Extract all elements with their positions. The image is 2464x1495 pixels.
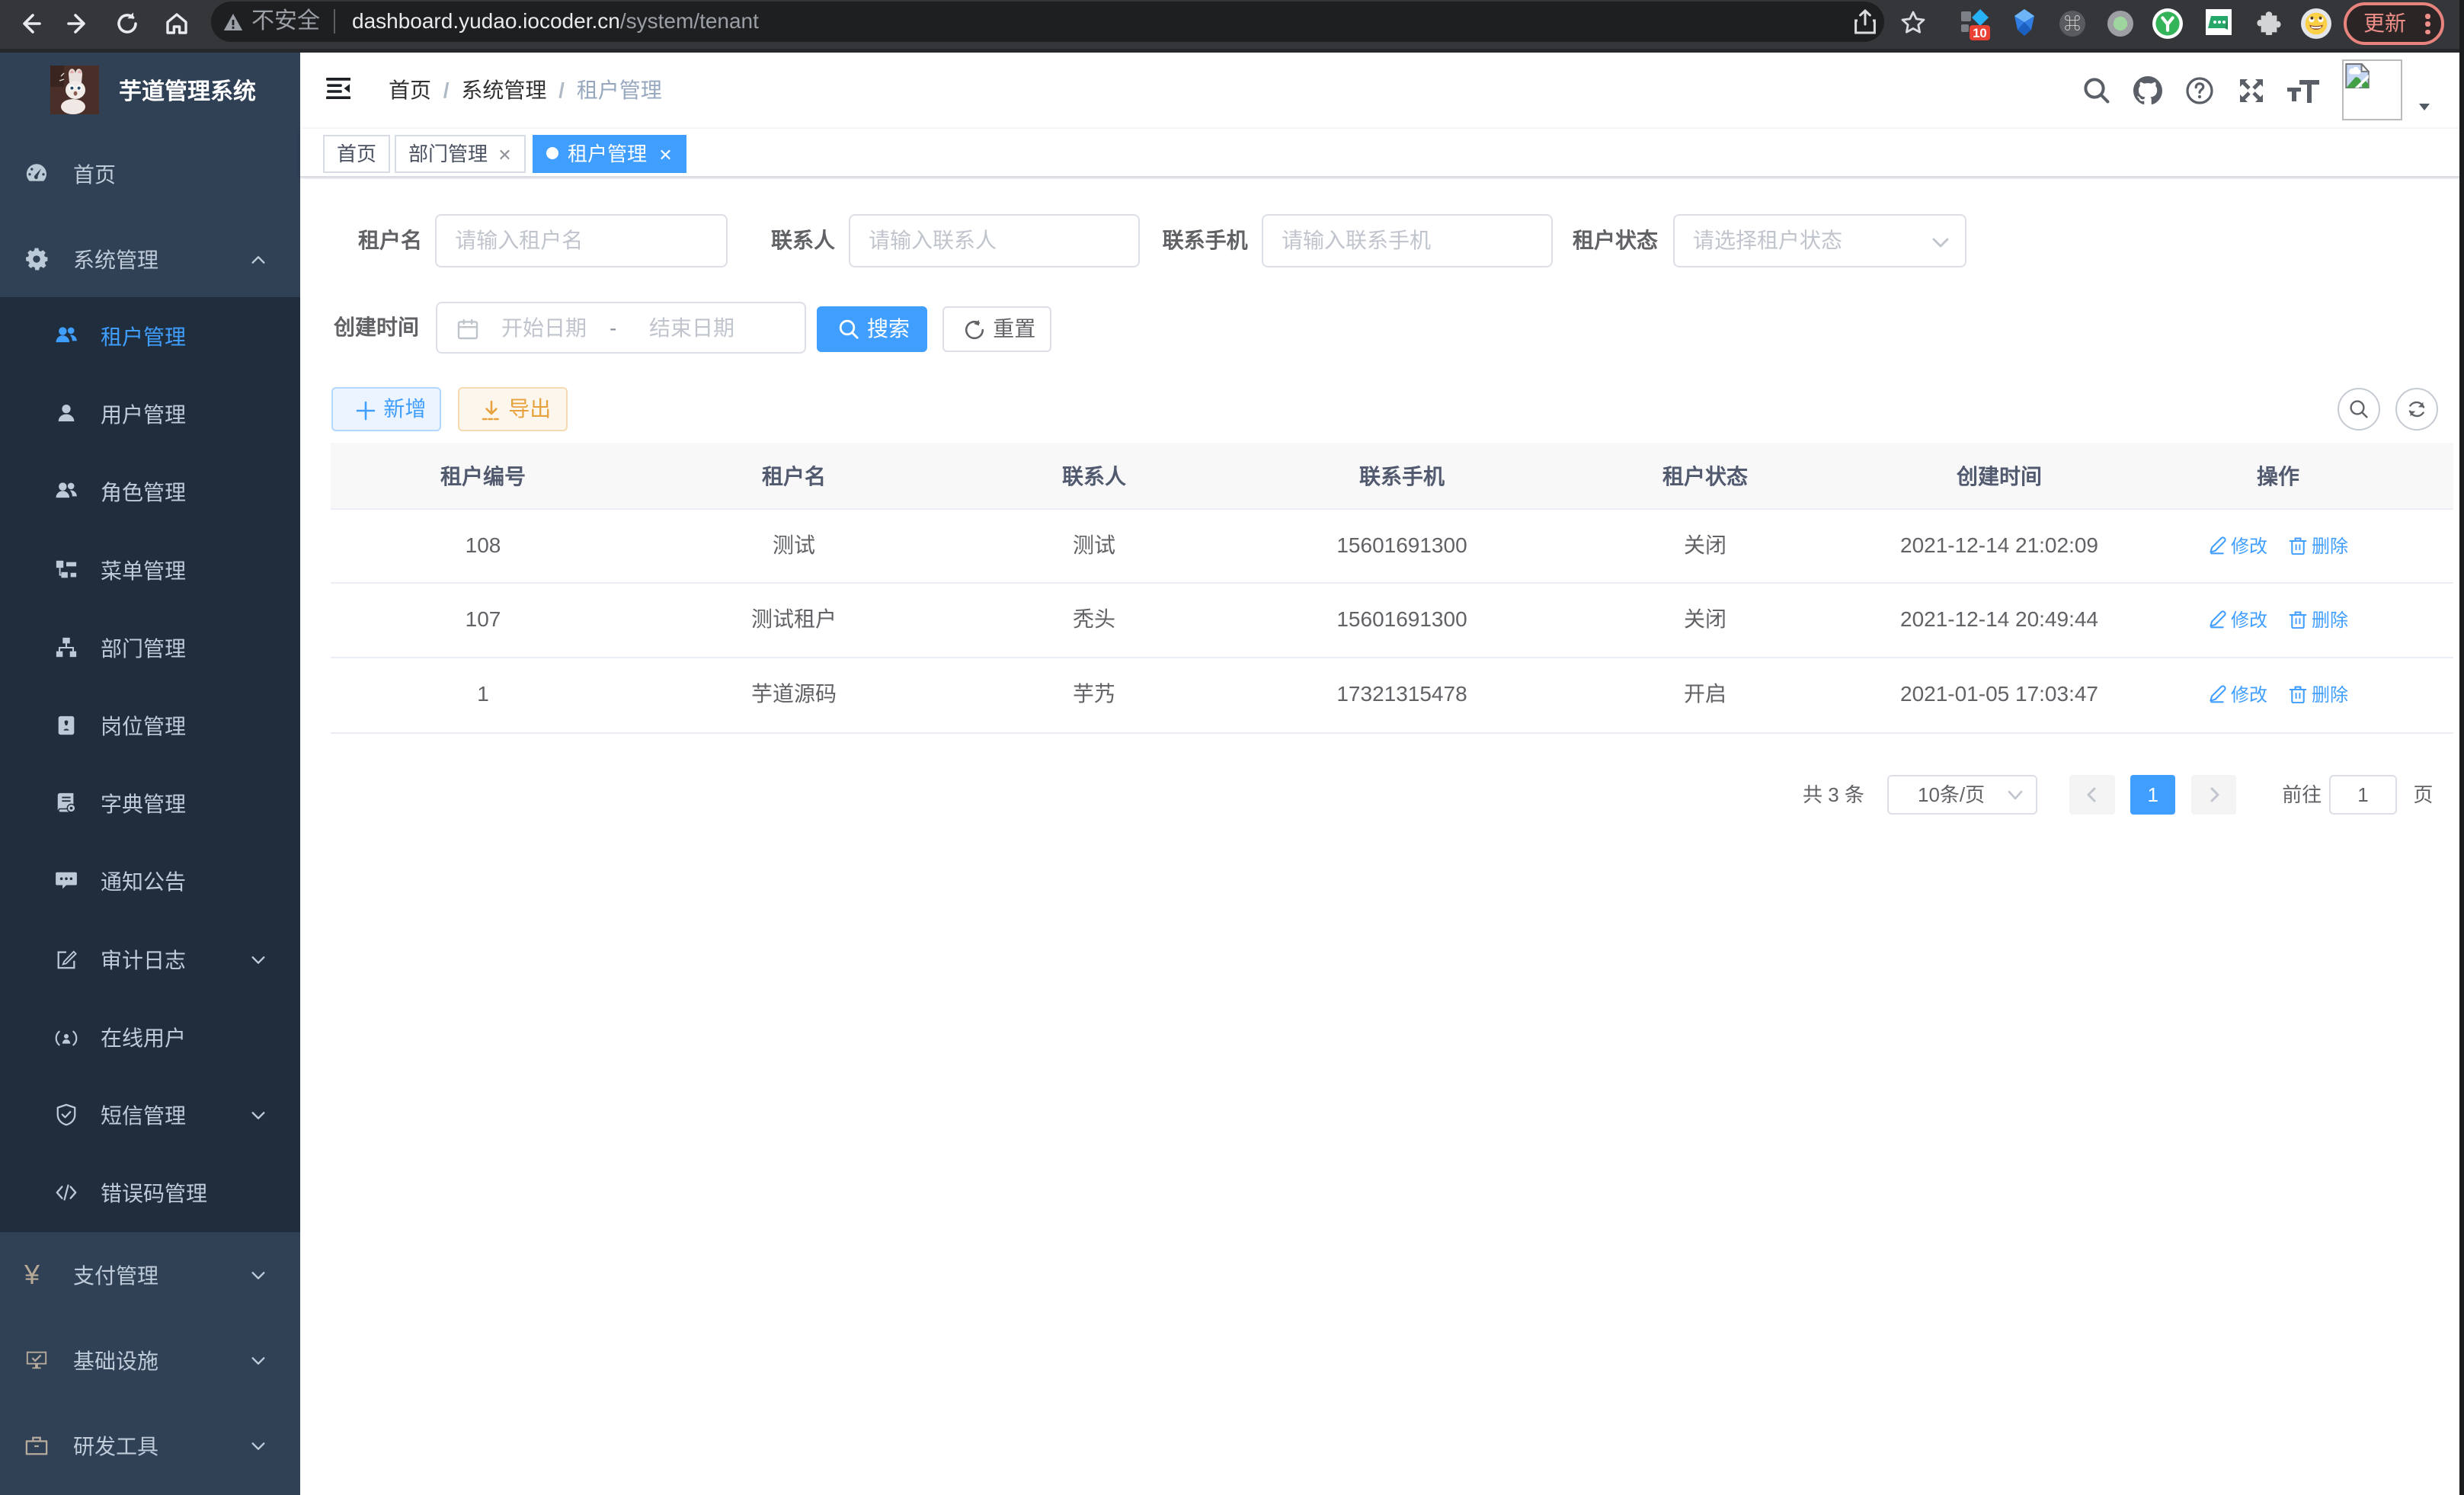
svg-text:⌘: ⌘ <box>2064 14 2081 34</box>
svg-text:10: 10 <box>1973 26 1987 40</box>
